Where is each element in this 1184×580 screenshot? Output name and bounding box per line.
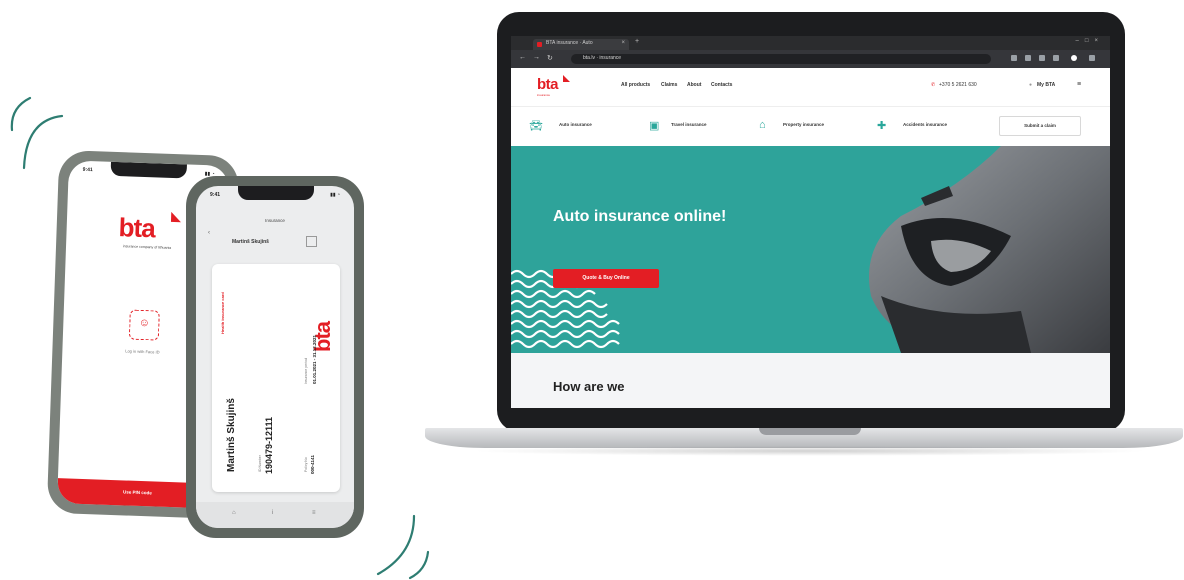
- site-header: bta insurance All products Claims About …: [511, 68, 1110, 107]
- section-title: How are we: [553, 379, 625, 394]
- quote-buy-button[interactable]: Quote & Buy Online: [553, 269, 659, 288]
- face-id-label: Log in with Face ID: [125, 348, 160, 355]
- laptop-shadow: [470, 446, 1150, 456]
- logo-tagline: insurance company of lithuania: [122, 244, 172, 250]
- signal-icon: ▮▮ ◔: [330, 192, 340, 198]
- phone-card-screen: 9:41 ▮▮ ◔ Insurance ‹ Martinš Skujinš He…: [196, 186, 354, 528]
- face-id-icon[interactable]: ☺: [128, 309, 160, 341]
- extension-icon[interactable]: [1025, 55, 1031, 61]
- back-icon[interactable]: ‹: [208, 230, 210, 236]
- logo-flag-icon: [170, 211, 182, 223]
- period-value: 01.01.2021 - 31.12.2021: [312, 334, 317, 384]
- window-controls[interactable]: –□×: [1076, 38, 1104, 44]
- tab-close-icon[interactable]: ×: [621, 40, 625, 46]
- hero-banner: Auto insurance online! Quote & Buy Onlin…: [511, 146, 1110, 353]
- submit-claim-button[interactable]: Submit a claim: [999, 116, 1081, 136]
- policy-no-label: Policy No: [304, 457, 308, 472]
- decorative-arcs-bottom: [376, 514, 430, 580]
- card-holder-name: Martinš Skujinš: [226, 398, 237, 472]
- laptop-screen: BTA insurance · Auto × + –□× ← → ↻ bta.l…: [511, 36, 1110, 408]
- hamburger-icon[interactable]: ≡: [1077, 81, 1081, 88]
- address-bar-row: ← → ↻ bta.lv · insurance: [511, 50, 1110, 68]
- user-icon: ●: [1029, 82, 1033, 88]
- card-type-label: Health insurance card: [220, 292, 225, 334]
- new-tab-icon[interactable]: +: [635, 38, 639, 45]
- reload-icon[interactable]: ↻: [547, 54, 553, 62]
- profile-icon[interactable]: [1071, 55, 1077, 61]
- status-time: 9:41: [82, 166, 93, 174]
- logo-flag-icon: [563, 75, 570, 82]
- suitcase-icon: ▣: [649, 120, 660, 132]
- tab-home-icon[interactable]: ⌂: [232, 510, 236, 516]
- category-label: Auto insurance: [559, 122, 592, 127]
- bottom-tab-bar: ⌂ i ≡: [196, 502, 354, 528]
- car-icon: 🚘︎: [529, 120, 543, 132]
- url-text: bta.lv · insurance: [583, 55, 622, 61]
- extension-icon[interactable]: [1053, 55, 1059, 61]
- url-field[interactable]: bta.lv · insurance: [571, 54, 991, 64]
- my-account-link[interactable]: My BTA: [1037, 82, 1055, 88]
- nav-all-products[interactable]: All products: [621, 82, 650, 88]
- quote-buy-label: Quote & Buy Online: [582, 275, 630, 281]
- tab-info-icon[interactable]: i: [272, 510, 273, 516]
- favicon-icon: [537, 42, 542, 47]
- id-label: ID Number: [258, 455, 262, 472]
- period-label: Insurance period: [304, 357, 308, 384]
- id-number: 190479-12111: [264, 416, 274, 474]
- logo-tagline: insurance: [537, 93, 551, 97]
- forward-icon[interactable]: →: [533, 54, 540, 61]
- phone-notch: [238, 186, 314, 200]
- menu-icon[interactable]: [1089, 55, 1095, 61]
- nav-about[interactable]: About: [687, 82, 701, 88]
- how-section: How are we: [511, 353, 1110, 408]
- insurance-card[interactable]: Health insurance card bta Martinš Skujin…: [212, 264, 340, 492]
- nav-contacts[interactable]: Contacts: [711, 82, 732, 88]
- status-time: 9:41: [210, 192, 221, 198]
- hero-title: Auto insurance online!: [553, 208, 727, 225]
- tab-title: BTA insurance · Auto: [546, 40, 593, 46]
- submit-claim-label: Submit a claim: [1024, 123, 1056, 128]
- extension-icon[interactable]: [1011, 55, 1017, 61]
- bta-logo: bta: [118, 212, 156, 244]
- back-icon[interactable]: ←: [519, 54, 526, 61]
- bta-logo[interactable]: bta: [537, 76, 559, 93]
- browser-tab-strip: BTA insurance · Auto × + –□×: [511, 36, 1110, 50]
- category-label: Travel insurance: [671, 122, 707, 127]
- phone-card: 9:41 ▮▮ ◔ Insurance ‹ Martinš Skujinš He…: [186, 176, 364, 538]
- extension-icon[interactable]: [1039, 55, 1045, 61]
- qr-icon[interactable]: [306, 236, 317, 247]
- phone-icon: ✆: [931, 82, 936, 88]
- browser-tab[interactable]: BTA insurance · Auto ×: [533, 39, 629, 50]
- phone-notch: [110, 161, 187, 179]
- category-label: Accidents insurance: [903, 122, 948, 127]
- holder-name-header: Martinš Skujinš: [232, 239, 269, 245]
- nav-claims[interactable]: Claims: [661, 82, 677, 88]
- policy-no-value: 000-4141: [310, 454, 315, 474]
- tab-menu-icon[interactable]: ≡: [312, 510, 316, 516]
- car-image: [869, 146, 1110, 353]
- accident-icon: ✚: [877, 120, 887, 132]
- category-bar: 🚘︎ Auto insurance ▣ Travel insurance ⌂ P…: [511, 107, 1110, 145]
- laptop-notch: [759, 428, 861, 435]
- screen-title: Insurance: [265, 218, 285, 223]
- house-icon: ⌂: [759, 119, 766, 131]
- phone-number[interactable]: +370 5 2621 630: [939, 82, 977, 88]
- category-label: Property insurance: [783, 122, 825, 127]
